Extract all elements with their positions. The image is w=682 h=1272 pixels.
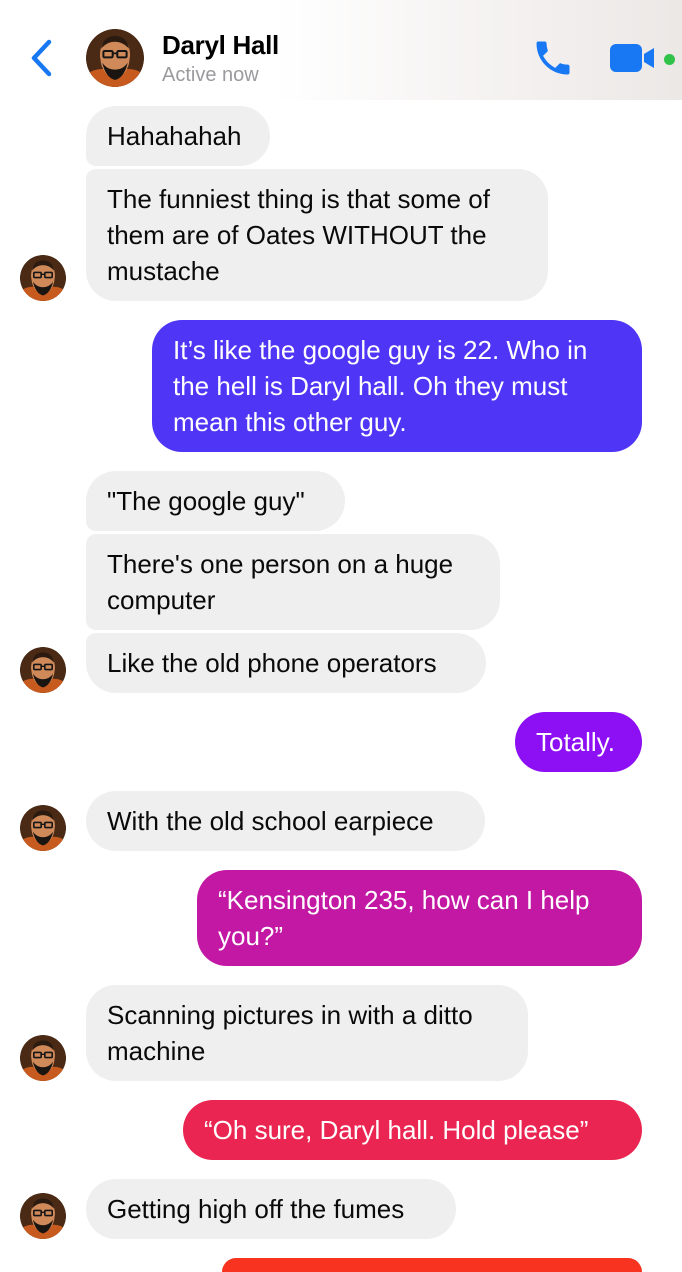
message-text: “Oh sure, Daryl hall. Hold please” — [204, 1115, 589, 1145]
message-bubble[interactable]: Getting high off the fumes — [86, 1179, 456, 1239]
active-status: Active now — [162, 64, 259, 86]
message-bubble[interactable]: "The google guy" — [86, 471, 345, 531]
message-bubble[interactable]: Hahahahah — [86, 106, 270, 166]
avatar[interactable] — [20, 805, 66, 851]
contact-name[interactable]: Daryl Hall — [162, 30, 279, 61]
message-text: “Kensington 235, how can I help — [218, 885, 590, 915]
message-text: them are of Oates WITHOUT the — [107, 220, 487, 250]
avatar[interactable] — [20, 255, 66, 301]
message-bubble[interactable]: Like the old phone operators — [86, 633, 486, 693]
message-text: Scanning pictures in with a ditto — [107, 1000, 473, 1030]
message-text: It’s like the google guy is 22. Who in — [173, 335, 588, 365]
message-text: mustache — [107, 256, 220, 286]
message-bubble[interactable]: “Kensington 235, how can I help you?” — [197, 870, 642, 966]
message-bubble[interactable]: With the old school earpiece — [86, 791, 485, 851]
message-text: The funniest thing is that some of — [107, 184, 490, 214]
online-indicator — [664, 54, 675, 65]
chat-header: Daryl Hall Active now — [0, 0, 682, 100]
message-text: Hahahahah — [107, 121, 242, 151]
avatar[interactable] — [86, 29, 144, 87]
avatar[interactable] — [20, 1035, 66, 1081]
message-text: "The google guy" — [107, 486, 305, 516]
message-text: With the old school earpiece — [107, 806, 434, 836]
message-text: Totally. — [536, 727, 615, 757]
message-text: you?” — [218, 921, 284, 951]
message-bubble[interactable]: Totally. — [515, 712, 642, 772]
message-bubble[interactable]: Scanning pictures in with a ditto machin… — [86, 985, 528, 1081]
message-bubble[interactable]: “Oh sure, Daryl hall. Hold please” — [183, 1100, 642, 1160]
message-text: mean this other guy. — [173, 407, 407, 437]
chevron-left-icon[interactable] — [26, 36, 58, 80]
message-text: computer — [107, 585, 216, 615]
message-text: the hell is Daryl hall. Oh they must — [173, 371, 568, 401]
message-bubble[interactable]: It’s like the google guy is 22. Who in t… — [152, 320, 642, 452]
message-text: There's one person on a huge — [107, 549, 454, 579]
avatar[interactable] — [20, 1193, 66, 1239]
video-camera-icon[interactable] — [608, 40, 658, 76]
message-bubble[interactable] — [222, 1258, 642, 1272]
message-text: machine — [107, 1036, 206, 1066]
phone-icon[interactable] — [530, 36, 576, 80]
message-bubble[interactable]: There's one person on a huge computer — [86, 534, 500, 630]
message-bubble[interactable]: The funniest thing is that some of them … — [86, 169, 548, 301]
message-text: Like the old phone operators — [107, 648, 437, 678]
avatar[interactable] — [20, 647, 66, 693]
message-text: Getting high off the fumes — [107, 1194, 405, 1224]
